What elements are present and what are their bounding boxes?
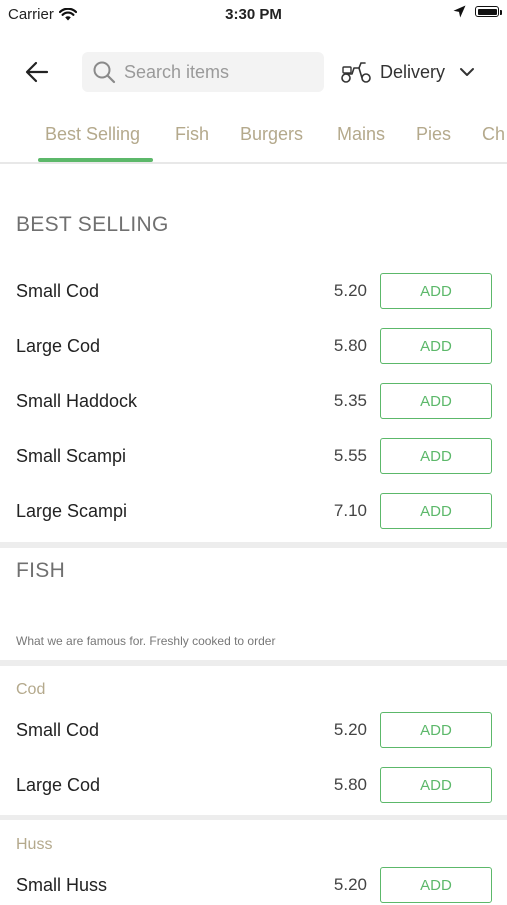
menu-item-row: Small Cod 5.20 ADD <box>0 273 507 311</box>
tab-best-selling[interactable]: Best Selling <box>45 124 140 145</box>
add-button[interactable]: ADD <box>380 767 492 803</box>
item-name: Small Huss <box>16 875 108 895</box>
add-button[interactable]: ADD <box>380 712 492 748</box>
tab-chips[interactable]: Ch <box>482 124 505 145</box>
add-button[interactable]: ADD <box>380 493 492 529</box>
category-tabs: Best Selling Fish Burgers Mains Pies Ch <box>0 112 507 164</box>
menu-item-row: Large Cod 5.80 ADD <box>0 328 507 366</box>
item-name: Large Scampi <box>16 501 128 521</box>
item-price: 7.10 <box>333 501 367 520</box>
item-name: Small Cod <box>16 281 100 301</box>
item-price: 5.20 <box>333 281 367 300</box>
scooter-icon <box>341 62 371 83</box>
tab-fish[interactable]: Fish <box>175 124 209 145</box>
search-box[interactable] <box>82 52 324 92</box>
item-price: 5.80 <box>333 336 367 355</box>
item-name: Small Haddock <box>16 391 138 411</box>
menu-item-row: Small Cod 5.20 ADD <box>0 712 507 750</box>
item-price: 5.20 <box>333 875 367 894</box>
status-bar: Carrier 3:30 PM <box>0 0 507 28</box>
delivery-mode-selector[interactable]: Delivery <box>340 56 475 88</box>
subsection-title-huss: Huss <box>16 836 53 853</box>
status-right <box>453 5 502 18</box>
tab-burgers[interactable]: Burgers <box>240 124 303 145</box>
tab-pies[interactable]: Pies <box>416 124 451 145</box>
add-button[interactable]: ADD <box>380 867 492 903</box>
menu-item-row: Small Huss 5.20 ADD <box>0 867 507 905</box>
item-price: 5.80 <box>333 775 367 794</box>
item-price: 5.55 <box>333 446 367 465</box>
menu-item-row: Small Scampi 5.55 ADD <box>0 438 507 476</box>
active-tab-indicator <box>38 158 153 162</box>
item-name: Small Scampi <box>16 446 127 466</box>
section-description: What we are famous for. Freshly cooked t… <box>16 634 276 648</box>
menu-item-row: Small Haddock 5.35 ADD <box>0 383 507 421</box>
item-name: Large Cod <box>16 336 101 356</box>
location-arrow-icon <box>453 5 466 18</box>
section-divider <box>0 542 507 548</box>
add-button[interactable]: ADD <box>380 438 492 474</box>
chevron-down-icon <box>460 68 475 76</box>
menu-item-row: Large Cod 5.80 ADD <box>0 767 507 805</box>
section-divider <box>0 660 507 666</box>
subsection-title-cod: Cod <box>16 681 46 698</box>
search-icon <box>93 61 116 84</box>
item-name: Small Cod <box>16 720 100 740</box>
item-price: 5.35 <box>333 391 367 410</box>
back-arrow-icon <box>25 61 49 83</box>
add-button[interactable]: ADD <box>380 383 492 419</box>
section-title-best-selling: BEST SELLING <box>16 213 169 236</box>
search-input[interactable] <box>124 61 314 83</box>
delivery-label: Delivery <box>380 61 446 82</box>
item-price: 5.20 <box>333 720 367 739</box>
status-time: 3:30 PM <box>225 6 282 23</box>
item-name: Large Cod <box>16 775 101 795</box>
battery-icon <box>475 6 502 17</box>
add-button[interactable]: ADD <box>380 273 492 309</box>
section-divider <box>0 815 507 820</box>
tab-mains[interactable]: Mains <box>337 124 385 145</box>
add-button[interactable]: ADD <box>380 328 492 364</box>
section-title-fish: FISH <box>16 559 66 582</box>
menu-item-row: Large Scampi 7.10 ADD <box>0 493 507 531</box>
back-button[interactable] <box>22 58 52 86</box>
top-bar: Delivery <box>0 48 507 96</box>
